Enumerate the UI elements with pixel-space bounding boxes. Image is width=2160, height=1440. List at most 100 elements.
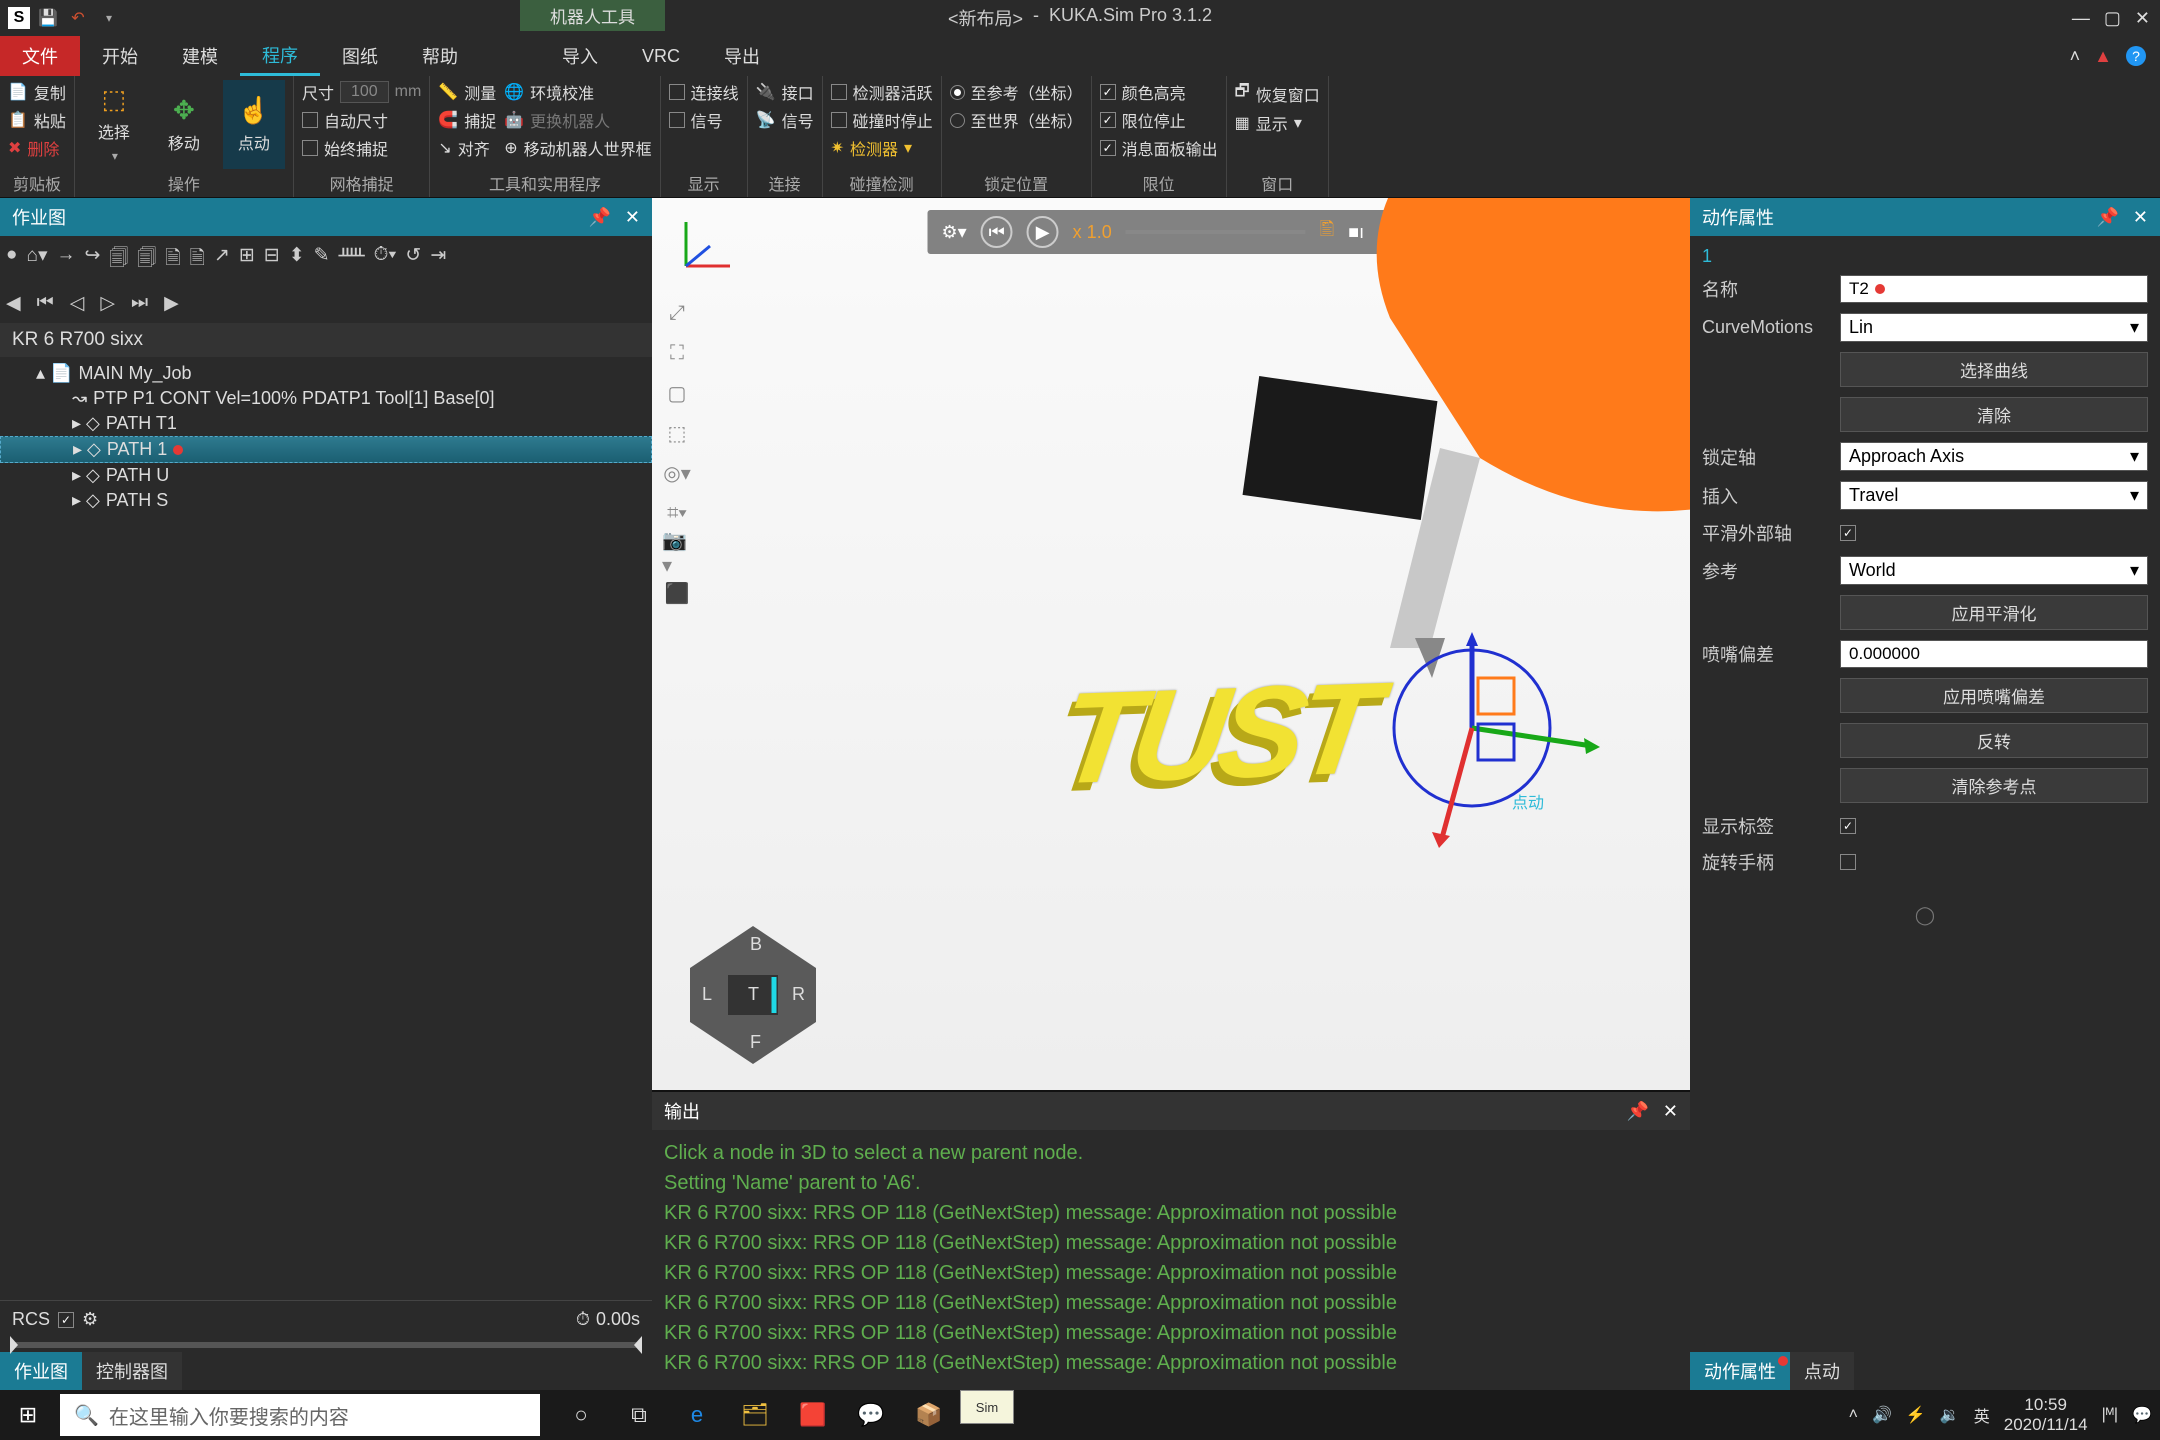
tab-model[interactable]: 建模 [160, 36, 240, 76]
warning-icon[interactable]: ▲ [2094, 46, 2112, 67]
archive-icon[interactable]: 📦 [902, 1390, 956, 1440]
tree-path-t1[interactable]: ▸ ◇ PATH T1 [0, 411, 652, 436]
clear-ref-button[interactable]: 清除参考点 [1840, 768, 2148, 803]
select-button[interactable]: ⬚选择 [83, 80, 145, 169]
settings-icon[interactable]: ⚙▾ [942, 222, 967, 243]
tab-controller-graph[interactable]: 控制器图 [82, 1352, 182, 1390]
tool-icon[interactable]: ⏮ [37, 292, 54, 315]
tray-volume-icon[interactable]: 🔉 [1940, 1405, 1960, 1425]
tray-wifi-icon[interactable]: ⚡ [1906, 1405, 1926, 1425]
limit-stop-check[interactable]: 限位停止 [1100, 108, 1218, 132]
apply-smooth-button[interactable]: 应用平滑化 [1840, 595, 2148, 630]
minimize-icon[interactable]: — [2072, 8, 2090, 29]
context-tab-robot-tool[interactable]: 机器人工具 [520, 0, 665, 31]
tray-network-icon[interactable]: 🔊 [1872, 1405, 1892, 1425]
select-curve-button[interactable]: 选择曲线 [1840, 352, 2148, 387]
start-button[interactable]: ⊞ [0, 1390, 56, 1440]
delete-button[interactable]: ✖ 删除 [8, 136, 66, 160]
lock-ref-radio[interactable]: 至参考（坐标） [950, 80, 1083, 104]
tool-icon[interactable]: ⏭ [131, 292, 148, 315]
tool-icon[interactable]: 🗎 [190, 244, 205, 276]
pin-icon[interactable]: 📌 [1626, 1101, 1648, 1122]
expand-icon[interactable]: ⤢ [662, 298, 692, 328]
msg-output-check[interactable]: 消息面板输出 [1100, 136, 1218, 160]
taskview-icon[interactable]: ⧉ [612, 1390, 666, 1440]
tab-drawing[interactable]: 图纸 [320, 36, 400, 76]
sig-button[interactable]: 📡 信号 [756, 108, 814, 132]
tool-icon[interactable]: ⬍ [289, 244, 305, 276]
transform-gizmo[interactable]: 点动 [1372, 628, 1612, 868]
tab-import[interactable]: 导入 [540, 36, 620, 76]
detector-active-check[interactable]: 检测器活跃 [831, 80, 933, 104]
tab-export[interactable]: 导出 [702, 36, 782, 76]
reverse-button[interactable]: 反转 [1840, 723, 2148, 758]
tab-start[interactable]: 开始 [80, 36, 160, 76]
snap-button[interactable]: 🧲 捕捉 [438, 108, 496, 132]
cortana-icon[interactable]: ○ [554, 1390, 608, 1440]
tray-chevron-icon[interactable]: ˄ [1849, 1406, 1858, 1424]
lock-world-radio[interactable]: 至世界（坐标） [950, 108, 1083, 132]
name-input[interactable]: T2 [1840, 275, 2148, 303]
robot-name[interactable]: KR 6 R700 sixx [0, 323, 652, 357]
render-icon[interactable]: ◎▾ [662, 458, 692, 488]
tool-icon[interactable]: ▷ [100, 292, 115, 315]
tab-vrc[interactable]: VRC [620, 36, 702, 76]
tool-icon[interactable]: ◀ [6, 292, 21, 315]
kuka-sim-icon[interactable]: Sim [960, 1390, 1014, 1424]
apply-nozzle-button[interactable]: 应用喷嘴偏差 [1840, 678, 2148, 713]
tab-program[interactable]: 程序 [240, 36, 320, 76]
collapse-ribbon-icon[interactable]: ˄ [2070, 46, 2081, 67]
box-icon[interactable]: ▢ [662, 378, 692, 408]
pin-icon[interactable]: 📌 [2096, 207, 2118, 228]
jog-button[interactable]: ☝点动 [223, 80, 285, 169]
tool-icon[interactable]: 🗐 [109, 244, 128, 276]
move-button[interactable]: ✥移动 [153, 80, 215, 169]
insert-select[interactable]: Travel▾ [1840, 481, 2148, 510]
nav-cube[interactable]: B L T R F [678, 920, 828, 1070]
tool-icon[interactable]: ⊟ [264, 244, 280, 276]
collision-stop-check[interactable]: 碰撞时停止 [831, 108, 933, 132]
tool-icon[interactable]: ᚊ [339, 244, 365, 276]
show-dropdown[interactable]: ▦ 显示 ▾ [1235, 111, 1320, 135]
tree-path-s[interactable]: ▸ ◇ PATH S [0, 488, 652, 513]
move-frame-button[interactable]: ⊕ 移动机器人世界框 [504, 136, 651, 160]
cube2-icon[interactable]: ⬛ [662, 578, 692, 608]
cube-icon[interactable]: ⬚ [662, 418, 692, 448]
swap-robot-button[interactable]: 🤖 更换机器人 [504, 108, 651, 132]
help-icon[interactable]: ? [2126, 46, 2146, 66]
pin-icon[interactable]: 📌 [588, 207, 610, 228]
iface-button[interactable]: 🔌 接口 [756, 80, 814, 104]
close-icon[interactable]: ✕ [1663, 1101, 1678, 1122]
search-input[interactable]: 🔍 在这里输入你要搜索的内容 [60, 1394, 540, 1436]
wire-check[interactable]: 连接线 [669, 80, 739, 104]
tree-main[interactable]: ▴ 📄 MAIN My_Job [0, 361, 652, 386]
tab-action-props[interactable]: 动作属性 [1690, 1352, 1790, 1390]
tab-job-graph[interactable]: 作业图 [0, 1352, 82, 1390]
rcs-check[interactable] [58, 1312, 74, 1328]
camera-icon[interactable]: 📷▾ [662, 538, 692, 568]
save-icon[interactable]: 💾 [36, 6, 60, 30]
rotate-handle-check[interactable] [1840, 854, 1856, 870]
explorer-icon[interactable]: 🗂 [728, 1390, 782, 1440]
edge-icon[interactable]: e [670, 1390, 724, 1440]
tool-icon[interactable]: 🗐 [137, 244, 156, 276]
ime-indicator[interactable]: 英 [1974, 1403, 1990, 1427]
tool-icon[interactable]: ↺ [405, 244, 421, 276]
fit-icon[interactable]: ⛶ [662, 338, 692, 368]
tab-jog[interactable]: 点动 [1790, 1352, 1854, 1390]
undo-icon[interactable]: ↶ [66, 6, 90, 30]
app-icon[interactable]: 🟥 [786, 1390, 840, 1440]
viewport-3d[interactable]: ⚙▾ ⏮ ▶ x 1.0 🖺 ■ı ✨ ⤢ ⛶ ▢ ⬚ ◎▾ ⌗▾ 📷▾ ⬛ [652, 198, 1690, 1090]
lock-axis-select[interactable]: Approach Axis▾ [1840, 442, 2148, 471]
file-menu[interactable]: 文件 [0, 36, 80, 76]
smooth-ext-check[interactable] [1840, 525, 1856, 541]
gear-icon[interactable]: ⚙ [82, 1309, 98, 1330]
qat-icon-s[interactable]: S [8, 7, 30, 29]
notifications-icon[interactable]: 💬 [2132, 1405, 2152, 1425]
tool-icon[interactable]: → [57, 244, 76, 276]
restore-window-button[interactable]: 🗗 恢复窗口 [1235, 80, 1320, 107]
timeline-slider[interactable] [10, 1342, 642, 1348]
paste-button[interactable]: 📋 粘贴 [8, 108, 66, 132]
tool-icon[interactable]: 🗎 [165, 244, 180, 276]
curve-select[interactable]: Lin▾ [1840, 313, 2148, 342]
